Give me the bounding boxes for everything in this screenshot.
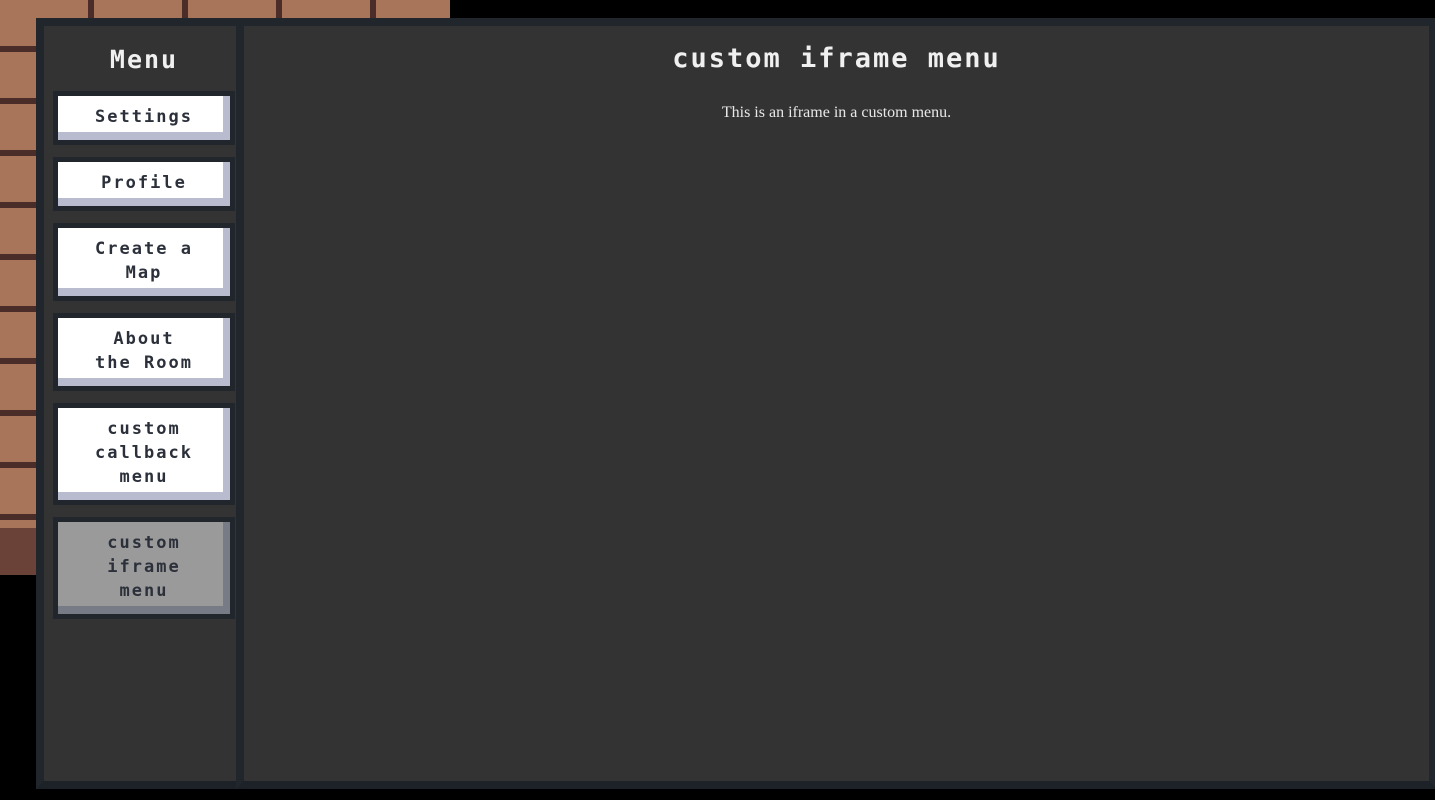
content-page-title: custom iframe menu xyxy=(672,43,1001,74)
menu-item-list: Settings Profile Create a Map About the … xyxy=(44,91,244,619)
custom-menu-overlay: Menu Settings Profile Create a Map About… xyxy=(28,12,1435,789)
iframe-body-text: This is an iframe in a custom menu. xyxy=(721,104,952,121)
menu-sidebar-inner: Menu Settings Profile Create a Map About… xyxy=(44,45,244,800)
menu-title: Menu xyxy=(109,45,179,74)
sidebar-item-settings[interactable]: Settings xyxy=(53,91,235,145)
sidebar-item-custom-callback-menu[interactable]: custom callback menu xyxy=(53,403,235,505)
sidebar-item-create-a-map[interactable]: Create a Map xyxy=(53,223,235,301)
sidebar-item-custom-iframe-menu[interactable]: custom iframe menu xyxy=(53,517,235,619)
menu-sidebar: Menu Settings Profile Create a Map About… xyxy=(36,18,244,789)
sidebar-item-profile[interactable]: Profile xyxy=(53,157,235,211)
iframe-container: This is an iframe in a custom menu. xyxy=(244,102,1429,122)
menu-content-panel: custom iframe menu This is an iframe in … xyxy=(236,18,1435,789)
sidebar-item-about-the-room[interactable]: About the Room xyxy=(53,313,235,391)
